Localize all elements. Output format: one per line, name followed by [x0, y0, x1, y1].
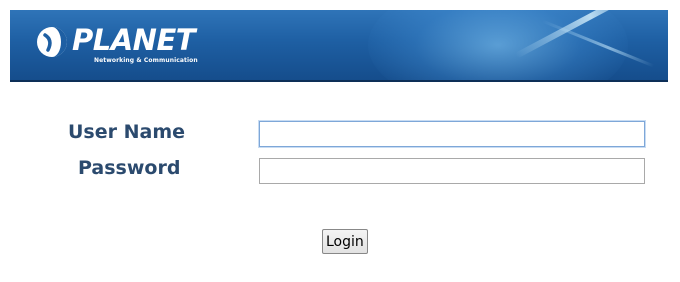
- username-input[interactable]: [259, 121, 645, 147]
- login-form: User Name Password Login: [0, 0, 680, 282]
- login-button[interactable]: Login: [322, 229, 368, 254]
- username-label: User Name: [68, 121, 186, 143]
- login-page: PLANET Networking & Communication User N…: [0, 0, 680, 282]
- password-input[interactable]: [259, 158, 645, 184]
- password-label: Password: [78, 157, 181, 179]
